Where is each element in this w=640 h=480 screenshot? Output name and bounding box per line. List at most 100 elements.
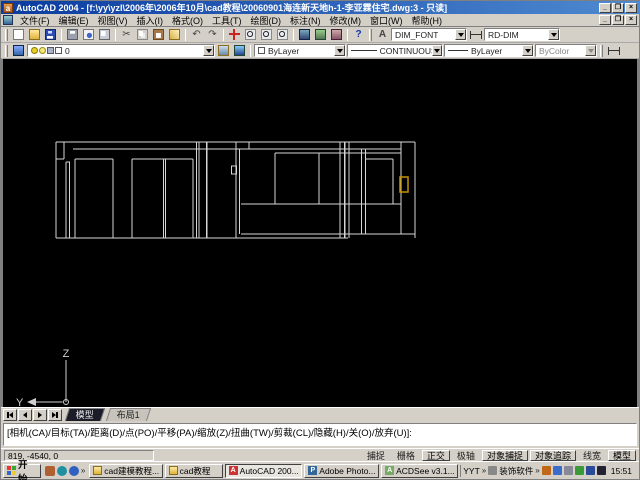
tab-last-icon[interactable] — [48, 409, 62, 421]
command-prompt[interactable]: [相机(CA)/目标(TA)/距离(D)/点(PO)/平移(PA)/缩放(Z)/… — [3, 423, 637, 446]
layer-dropdown[interactable]: 0 — [27, 44, 215, 57]
color-control-dropdown[interactable]: ByLayer — [254, 44, 346, 57]
restore-icon[interactable]: ❐ — [612, 2, 624, 13]
zoom-previous-icon[interactable] — [275, 27, 290, 42]
status-model-button[interactable]: 模型 — [607, 449, 636, 461]
doc-restore-icon[interactable]: ❐ — [612, 15, 624, 25]
chevron-down-icon[interactable] — [455, 29, 466, 40]
tab-first-icon[interactable] — [3, 409, 17, 421]
properties-icon[interactable] — [297, 27, 312, 42]
save-icon[interactable] — [43, 27, 58, 42]
layer-lock-icon[interactable] — [47, 47, 54, 54]
linetype-control-dropdown[interactable]: CONTINUOUS — [347, 44, 443, 57]
layer-previous-icon[interactable] — [232, 43, 247, 58]
toolbar-grip[interactable] — [5, 28, 8, 41]
tray-chevron-icon[interactable]: » — [482, 466, 486, 475]
status-otrack-button[interactable]: 对象追踪 — [529, 449, 576, 461]
paste-icon[interactable] — [151, 27, 166, 42]
tray-icon-5[interactable] — [585, 466, 595, 475]
menu-modify[interactable]: 修改(M) — [326, 14, 366, 27]
new-icon[interactable] — [11, 27, 26, 42]
make-object-layer-current-icon[interactable] — [216, 43, 231, 58]
tray-icon-1[interactable] — [541, 466, 551, 475]
quicklaunch-icon-1[interactable] — [44, 465, 55, 476]
taskbar-task-acdsee[interactable]: A ACDSee v3.1... — [381, 463, 459, 478]
tray-icon-6[interactable] — [596, 466, 606, 475]
menu-draw[interactable]: 绘图(D) — [247, 14, 286, 27]
taskbar-task-cad-tutorial[interactable]: cad教程 — [164, 463, 223, 478]
pen-tool-icon[interactable] — [488, 466, 498, 475]
quicklaunch-icon-2[interactable] — [56, 465, 67, 476]
tray-icon-4[interactable] — [574, 466, 584, 475]
publish-icon[interactable] — [97, 27, 112, 42]
taskbar-task-photoshop[interactable]: P Adobe Photo... — [304, 463, 380, 478]
toolbar-grip[interactable] — [5, 44, 8, 57]
drawing-canvas[interactable]: Z Y — [1, 59, 639, 407]
tray-chevron-icon[interactable]: » — [535, 466, 539, 475]
undo-icon[interactable]: ↶ — [189, 27, 204, 42]
chevron-down-icon[interactable] — [334, 45, 345, 56]
toolbar-grip[interactable] — [369, 28, 372, 41]
zoom-realtime-icon[interactable] — [243, 27, 258, 42]
menu-edit[interactable]: 编辑(E) — [55, 14, 93, 27]
cut-icon[interactable]: ✂ — [119, 27, 134, 42]
minimize-icon[interactable]: _ — [599, 2, 611, 13]
chevron-down-icon[interactable] — [522, 45, 533, 56]
tool-palettes-icon[interactable] — [329, 27, 344, 42]
text-style-dropdown[interactable]: DIM_FONT — [391, 28, 467, 41]
quicklaunch-chevron-icon[interactable]: » — [81, 466, 85, 475]
lineweight-control-dropdown[interactable]: ByLayer — [444, 44, 534, 57]
tray-icon-3[interactable] — [563, 466, 573, 475]
close-icon[interactable]: × — [625, 2, 637, 13]
status-grid-button[interactable]: 栅格 — [392, 450, 420, 461]
menu-format[interactable]: 格式(O) — [168, 14, 207, 27]
menu-window[interactable]: 窗口(W) — [366, 14, 407, 27]
layer-on-bulb-icon[interactable] — [31, 47, 38, 54]
copy-icon[interactable] — [135, 27, 150, 42]
menu-tools[interactable]: 工具(T) — [208, 14, 246, 27]
doc-minimize-icon[interactable]: _ — [599, 15, 611, 25]
pan-icon[interactable] — [227, 27, 242, 42]
start-button[interactable]: 开始 — [3, 460, 41, 480]
help-icon[interactable]: ? — [351, 27, 366, 42]
taskbar-task-cad-modeling[interactable]: cad建模教程... — [89, 463, 163, 478]
toolbar-grip[interactable] — [600, 44, 603, 57]
menu-file[interactable]: 文件(F) — [16, 14, 54, 27]
document-icon[interactable] — [3, 15, 13, 25]
folder-icon — [168, 466, 178, 475]
taskbar-task-autocad[interactable]: A AutoCAD 200... — [224, 463, 303, 478]
layer-manager-icon[interactable] — [11, 43, 26, 58]
dimension-linear-icon[interactable] — [606, 43, 621, 58]
status-snap-button[interactable]: 捕捉 — [362, 450, 390, 461]
chevron-down-icon[interactable] — [548, 29, 559, 40]
match-properties-icon[interactable] — [167, 27, 182, 42]
tray-icon-2[interactable] — [552, 466, 562, 475]
designcenter-icon[interactable] — [313, 27, 328, 42]
tab-previous-icon[interactable] — [18, 409, 32, 421]
open-icon[interactable] — [27, 27, 42, 42]
tab-model[interactable]: 模型 — [64, 408, 106, 421]
status-ortho-button[interactable]: 正交 — [421, 449, 450, 461]
tab-next-icon[interactable] — [33, 409, 47, 421]
doc-close-icon[interactable]: × — [625, 15, 637, 25]
language-indicator[interactable]: YYT — [463, 466, 480, 476]
quicklaunch-icon-3[interactable] — [68, 465, 79, 476]
menu-dimension[interactable]: 标注(N) — [286, 14, 325, 27]
plot-preview-icon[interactable] — [81, 27, 96, 42]
chevron-down-icon[interactable] — [431, 45, 442, 56]
status-lineweight-button[interactable]: 线宽 — [578, 450, 606, 461]
status-osnap-button[interactable]: 对象捕捉 — [481, 449, 528, 461]
status-polar-button[interactable]: 极轴 — [452, 450, 480, 461]
zoom-window-icon[interactable] — [259, 27, 274, 42]
tab-layout1[interactable]: 布局1 — [105, 408, 152, 421]
dim-style-dropdown[interactable]: RD-DIM — [484, 28, 560, 41]
taskbar-clock[interactable]: 15:51 — [608, 466, 635, 476]
plot-icon[interactable] — [65, 27, 80, 42]
menu-view[interactable]: 视图(V) — [94, 14, 132, 27]
redo-icon[interactable]: ↷ — [205, 27, 220, 42]
menu-insert[interactable]: 插入(I) — [133, 14, 168, 27]
layer-freeze-sun-icon[interactable] — [39, 47, 46, 54]
menu-help[interactable]: 帮助(H) — [408, 14, 447, 27]
tray-toolbar-label[interactable]: 装饰软件 — [499, 465, 533, 477]
chevron-down-icon[interactable] — [203, 45, 214, 56]
